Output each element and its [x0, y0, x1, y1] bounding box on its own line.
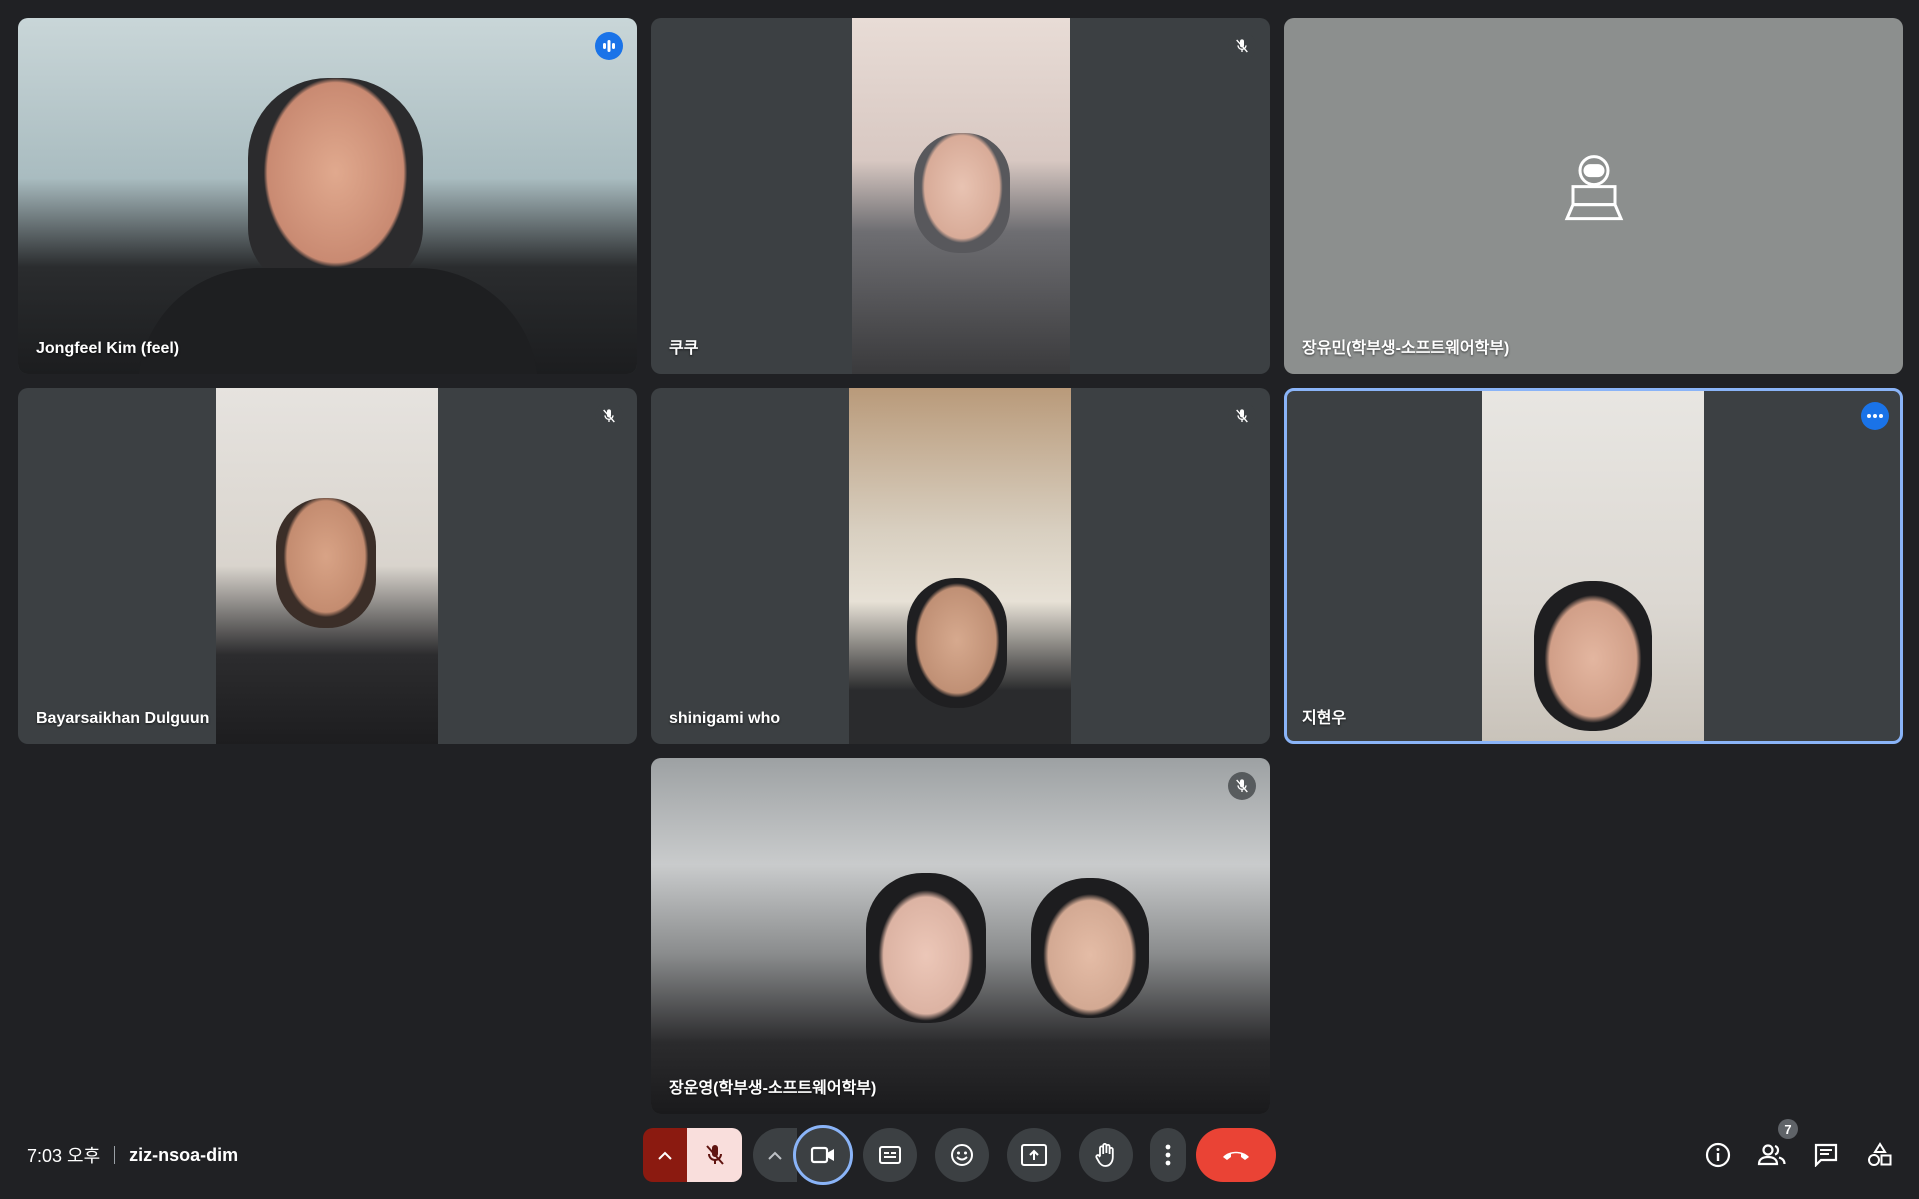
more-vert-icon	[1165, 1144, 1171, 1166]
participant-name: Jongfeel Kim (feel)	[36, 340, 180, 357]
chevron-up-icon	[658, 1151, 672, 1160]
participant-name: 장운영(학부생-소프트웨어학부)	[669, 1080, 877, 1097]
camera-toggle-button[interactable]	[793, 1125, 853, 1185]
microphone-toggle-button[interactable]	[687, 1128, 742, 1182]
meeting-details-button[interactable]	[1700, 1137, 1736, 1173]
call-controls	[0, 1125, 1919, 1185]
participant-name: shinigami who	[669, 710, 781, 727]
present-now-button[interactable]	[1007, 1128, 1061, 1182]
mic-muted-icon	[1228, 32, 1256, 60]
activities-icon	[1868, 1142, 1892, 1166]
participant-name: 지현우	[1302, 710, 1347, 727]
closed-caption-icon	[879, 1146, 901, 1164]
participant-tile[interactable]: shinigami who	[651, 388, 1270, 744]
leave-call-button[interactable]	[1196, 1128, 1276, 1182]
participant-name: Bayarsaikhan Dulguun	[36, 710, 210, 727]
emoji-icon	[951, 1144, 973, 1166]
participant-tile[interactable]: 장운영(학부생-소프트웨어학부)	[651, 758, 1270, 1114]
participant-video	[216, 388, 438, 744]
videocam-icon	[810, 1146, 834, 1164]
participant-tile[interactable]: Bayarsaikhan Dulguun	[18, 388, 637, 744]
captions-button[interactable]	[863, 1128, 917, 1182]
participant-tile[interactable]: 지현우	[1284, 388, 1903, 744]
raise-hand-icon	[1095, 1143, 1114, 1167]
video-options-button[interactable]	[753, 1128, 797, 1182]
people-icon	[1757, 1144, 1786, 1166]
camera-off-icon	[1557, 149, 1631, 228]
mic-off-icon	[705, 1145, 724, 1165]
participant-name: 쿠쿠	[669, 340, 699, 357]
chat-icon	[1814, 1143, 1838, 1167]
mic-muted-icon	[595, 402, 623, 430]
participant-video	[852, 18, 1070, 374]
participant-count-badge: 7	[1778, 1119, 1798, 1139]
chevron-up-icon	[768, 1151, 782, 1160]
people-button[interactable]: 7	[1754, 1119, 1798, 1173]
participant-video	[849, 388, 1071, 744]
raise-hand-button[interactable]	[1079, 1128, 1133, 1182]
call-end-icon	[1223, 1151, 1249, 1160]
camera-control	[753, 1125, 853, 1185]
participant-tile[interactable]: 장유민(학부생-소프트웨어학부)	[1284, 18, 1903, 374]
participant-tile[interactable]: 쿠쿠	[651, 18, 1270, 374]
participant-video	[18, 18, 637, 374]
more-options-button[interactable]	[1150, 1128, 1186, 1182]
participant-video	[1482, 391, 1704, 741]
present-screen-icon	[1021, 1144, 1047, 1166]
activities-button[interactable]	[1862, 1137, 1898, 1173]
reactions-button[interactable]	[935, 1128, 989, 1182]
more-options-icon[interactable]	[1861, 402, 1889, 430]
microphone-control	[643, 1128, 742, 1182]
mic-muted-icon	[1228, 772, 1256, 800]
audio-options-button[interactable]	[643, 1128, 687, 1182]
participant-name: 장유민(학부생-소프트웨어학부)	[1302, 340, 1510, 357]
speaking-indicator-icon	[595, 32, 623, 60]
info-icon	[1705, 1142, 1731, 1168]
participant-video	[651, 758, 1270, 1114]
participant-tile[interactable]: Jongfeel Kim (feel)	[18, 18, 637, 374]
chat-button[interactable]	[1808, 1137, 1844, 1173]
mic-muted-icon	[1228, 402, 1256, 430]
